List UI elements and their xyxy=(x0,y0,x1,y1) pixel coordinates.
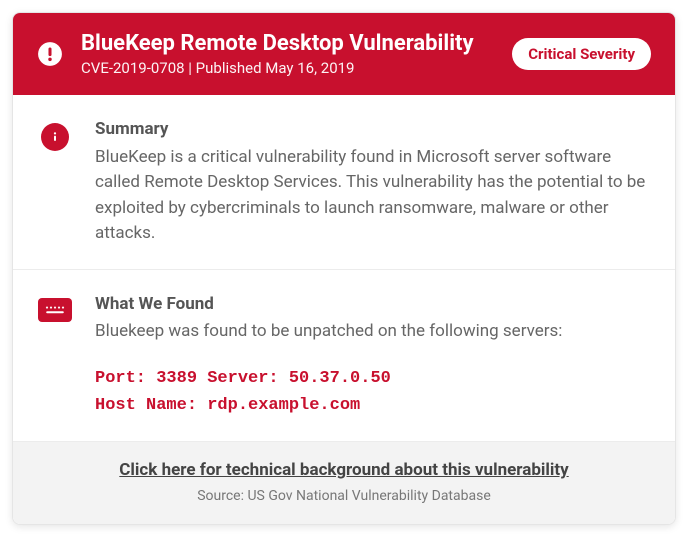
alert-icon xyxy=(37,41,63,67)
info-icon xyxy=(41,123,69,151)
summary-heading: Summary xyxy=(95,117,647,143)
found-heading: What We Found xyxy=(95,292,647,318)
found-section: What We Found Bluekeep was found to be u… xyxy=(13,270,675,442)
found-text: Bluekeep was found to be unpatched on th… xyxy=(95,319,647,345)
technical-background-link[interactable]: Click here for technical background abou… xyxy=(119,460,568,480)
vulnerability-title: BlueKeep Remote Desktop Vulnerability xyxy=(81,31,494,57)
found-detail-line-1: Port: 3389 Server: 50.37.0.50 xyxy=(95,365,647,392)
summary-body: Summary BlueKeep is a critical vulnerabi… xyxy=(95,117,647,247)
card-footer: Click here for technical background abou… xyxy=(13,442,675,524)
vulnerability-card: BlueKeep Remote Desktop Vulnerability CV… xyxy=(12,12,676,525)
summary-icon-wrap xyxy=(37,117,73,247)
vulnerability-subline: CVE-2019-0708 | Published May 16, 2019 xyxy=(81,59,494,77)
keyboard-icon xyxy=(38,298,72,322)
found-body: What We Found Bluekeep was found to be u… xyxy=(95,292,647,419)
footer-source: Source: US Gov National Vulnerability Da… xyxy=(37,488,651,504)
found-details: Port: 3389 Server: 50.37.0.50 Host Name:… xyxy=(95,365,647,419)
header-text-block: BlueKeep Remote Desktop Vulnerability CV… xyxy=(81,31,494,77)
summary-section: Summary BlueKeep is a critical vulnerabi… xyxy=(13,95,675,270)
severity-badge: Critical Severity xyxy=(512,38,651,70)
found-detail-line-2: Host Name: rdp.example.com xyxy=(95,392,647,419)
card-header: BlueKeep Remote Desktop Vulnerability CV… xyxy=(13,13,675,95)
found-icon-wrap xyxy=(37,292,73,419)
summary-text: BlueKeep is a critical vulnerability fou… xyxy=(95,145,647,247)
